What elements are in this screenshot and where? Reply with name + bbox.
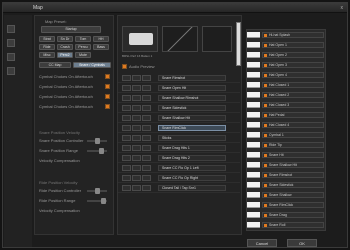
strip-button[interactable] bbox=[7, 25, 15, 33]
ok-button[interactable]: OK bbox=[287, 239, 317, 247]
window-title: Map bbox=[33, 5, 43, 11]
velocity-curve[interactable] bbox=[162, 26, 198, 52]
strip-button[interactable] bbox=[7, 53, 15, 61]
section-item: Snare Position Range bbox=[39, 148, 78, 153]
key-mapping: Hat Closed 3 bbox=[262, 102, 324, 108]
list-item[interactable]: Snare Drag Hits 2 bbox=[118, 154, 240, 163]
group-button[interactable]: Perc2 bbox=[57, 52, 73, 58]
key-mapping: Snare Rimshot bbox=[262, 172, 324, 178]
keyboard-mapping: Hi-hat Splash Hat Open 1 Hat Open 2 Hat … bbox=[246, 29, 326, 231]
setting-label: Cymbal Chokes On Aftertouch bbox=[39, 74, 93, 79]
list-item[interactable]: Snare CC Flo Op Right bbox=[118, 174, 240, 183]
preset-dropdown[interactable]: Startup bbox=[41, 26, 101, 33]
instrument-image bbox=[122, 26, 158, 52]
group-button[interactable]: Ride bbox=[39, 44, 55, 50]
key-mapping: Hat Closed 1 bbox=[262, 82, 324, 88]
articulation-panel: BRSL Parf 16 Batten 1 Audio Preview Snar… bbox=[117, 15, 242, 235]
list-item[interactable]: Snare Drag Hits 1 bbox=[118, 144, 240, 153]
key-mapping: Hat Open 2 bbox=[262, 52, 324, 58]
group-button[interactable]: Strat bbox=[39, 36, 55, 42]
group-button[interactable]: HH bbox=[93, 36, 109, 42]
list-item[interactable]: Closed Tail / Tap Snr1 bbox=[118, 184, 240, 193]
bottom-bar: Cancel OK bbox=[3, 237, 347, 247]
key-mapping: Ride Tip bbox=[262, 142, 324, 148]
map-window: Map x Map Preset: Startup Strat Sn Dr To… bbox=[2, 2, 348, 248]
list-item[interactable]: Snare Open Hit bbox=[118, 84, 240, 93]
settings-panel: Map Preset: Startup Strat Sn Dr Tom HH R… bbox=[34, 15, 114, 235]
setting-checkbox[interactable] bbox=[105, 84, 110, 89]
list-item[interactable]: Snare Sidestick bbox=[118, 104, 240, 113]
group-button[interactable]: Bass bbox=[93, 44, 109, 50]
key-mapping: Hi-hat Splash bbox=[262, 32, 324, 38]
strip-button[interactable] bbox=[7, 67, 15, 75]
key-mapping: Snare Shallow bbox=[262, 192, 324, 198]
snare-drum-icon bbox=[129, 33, 153, 45]
group-button[interactable]: Mute bbox=[75, 52, 91, 58]
group-button[interactable]: Crash bbox=[57, 44, 73, 50]
slider[interactable] bbox=[87, 148, 107, 154]
key-mapping: Hat Closed 2 bbox=[262, 92, 324, 98]
section-item: Velocity Compensation bbox=[39, 158, 80, 163]
instrument-name: BRSL Parf 16 Batten 1 bbox=[122, 54, 153, 58]
list-item[interactable]: Snare Rimshot bbox=[118, 74, 240, 83]
key-mapping: Snare Shallow Hit bbox=[262, 162, 324, 168]
setting-label: Cymbal Chokes On Aftertouch bbox=[39, 104, 93, 109]
list-item[interactable]: Snare Shallow Rimshot bbox=[118, 94, 240, 103]
articulation-list: Snare Rimshot Snare Open Hit Snare Shall… bbox=[118, 74, 240, 224]
close-icon[interactable]: x bbox=[341, 5, 344, 11]
key-mapping: Hat Open 4 bbox=[262, 72, 324, 78]
slider[interactable] bbox=[87, 198, 107, 204]
key-mapping: Hat Pedal bbox=[262, 112, 324, 118]
tab-cc-map[interactable]: CC Map bbox=[39, 62, 71, 68]
title-bar: Map x bbox=[3, 3, 347, 13]
key-mapping: Snare Hit bbox=[262, 152, 324, 158]
group-button[interactable]: Tom bbox=[75, 36, 91, 42]
group-button[interactable]: Sn Dr bbox=[57, 36, 73, 42]
section-header: Snare Position Velocity bbox=[39, 130, 80, 135]
key-mapping: Snare RimClick bbox=[262, 202, 324, 208]
section-header: Ride Position Velocity bbox=[39, 180, 78, 185]
list-item[interactable]: Snare Shallow Hit bbox=[118, 114, 240, 123]
setting-checkbox[interactable] bbox=[105, 94, 110, 99]
group-button[interactable]: Percu bbox=[75, 44, 91, 50]
list-item[interactable]: Snare RimClick bbox=[118, 124, 240, 133]
key-mapping: Snare Sidestick bbox=[262, 182, 324, 188]
key-mapping: Snare Drag bbox=[262, 212, 324, 218]
setting-label: Cymbal Chokes On Aftertouch bbox=[39, 84, 93, 89]
section-item: Ride Position Controller bbox=[39, 188, 82, 193]
left-strip bbox=[4, 15, 32, 247]
preset-label: Map Preset: bbox=[45, 19, 67, 24]
setting-checkbox[interactable] bbox=[105, 104, 110, 109]
list-item[interactable]: Snare CC Flo Op 1 Left bbox=[118, 164, 240, 173]
key-mapping: Hat Open 3 bbox=[262, 62, 324, 68]
list-item[interactable]: Sticks bbox=[118, 134, 240, 143]
slider[interactable] bbox=[87, 138, 107, 144]
waveform-view bbox=[202, 26, 232, 52]
key-mapping: Snare Roll bbox=[262, 222, 324, 228]
key-mapping: Hat Open 1 bbox=[262, 42, 324, 48]
key-mapping: Cymbal 1 bbox=[262, 132, 324, 138]
audio-preview-checkbox[interactable] bbox=[122, 64, 127, 69]
strip-button[interactable] bbox=[7, 39, 15, 47]
setting-label: Cymbal Chokes On Aftertouch bbox=[39, 94, 93, 99]
section-item: Ride Position Range bbox=[39, 198, 76, 203]
audio-preview-label: Audio Preview bbox=[129, 64, 155, 69]
slider[interactable] bbox=[87, 188, 107, 194]
key-mapping: Hat Closed 4 bbox=[262, 122, 324, 128]
section-item: Snare Position Controller bbox=[39, 138, 84, 143]
cancel-button[interactable]: Cancel bbox=[247, 239, 277, 247]
setting-checkbox[interactable] bbox=[105, 74, 110, 79]
section-item: Velocity Compensation bbox=[39, 208, 80, 213]
group-button[interactable]: Misc bbox=[39, 52, 55, 58]
level-meter bbox=[236, 22, 241, 66]
tab-snare-cymbals[interactable]: Snare / Cymbals bbox=[73, 62, 111, 68]
